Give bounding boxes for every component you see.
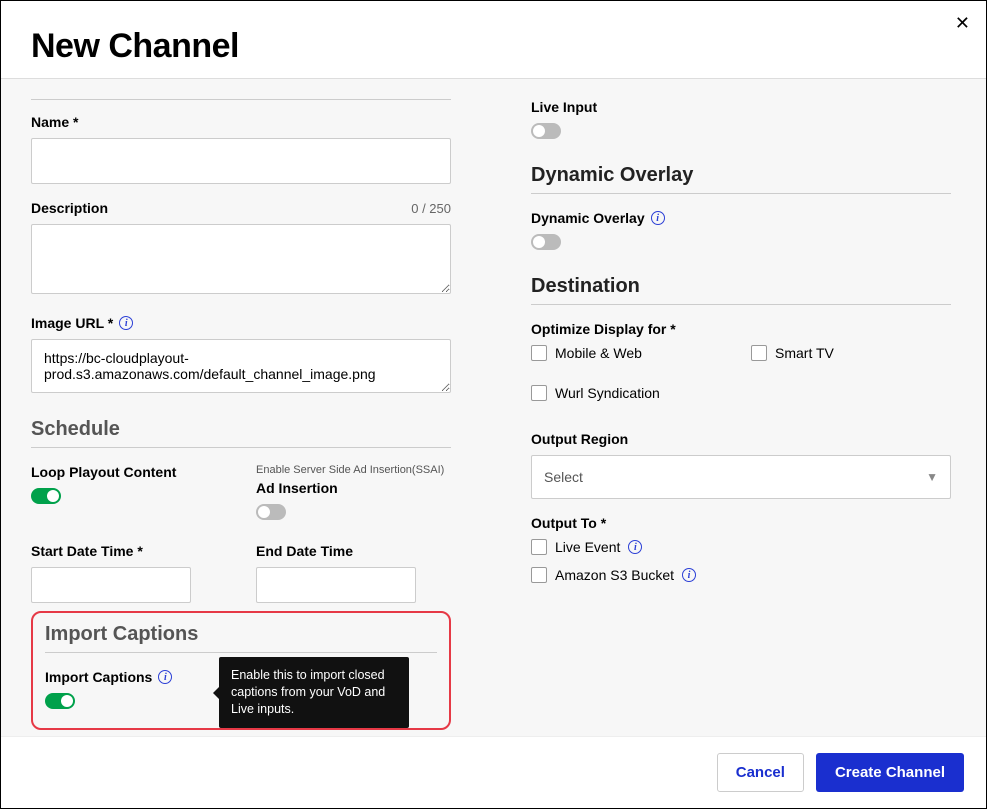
info-icon[interactable]: i	[651, 211, 665, 225]
live-event-checkbox[interactable]	[531, 539, 547, 555]
loop-playout-toggle[interactable]	[31, 488, 61, 504]
cancel-button[interactable]: Cancel	[717, 753, 804, 792]
info-icon[interactable]: i	[119, 316, 133, 330]
page-title: New Channel	[1, 1, 986, 78]
output-region-select[interactable]: Select ▼	[531, 455, 951, 499]
ssai-note: Enable Server Side Ad Insertion(SSAI)	[256, 464, 451, 476]
description-input[interactable]	[31, 224, 451, 294]
mobile-web-label: Mobile & Web	[555, 345, 642, 361]
end-datetime-input[interactable]	[256, 567, 416, 603]
info-icon[interactable]: i	[628, 540, 642, 554]
close-icon[interactable]: ✕	[955, 13, 970, 34]
mobile-web-checkbox[interactable]	[531, 345, 547, 361]
divider	[31, 99, 451, 100]
live-input-label: Live Input	[531, 99, 951, 115]
output-region-label: Output Region	[531, 431, 951, 447]
dynamic-overlay-label: Dynamic Overlay i	[531, 210, 951, 226]
description-label: Description	[31, 200, 108, 216]
dynamic-overlay-toggle[interactable]	[531, 234, 561, 250]
name-input[interactable]	[31, 138, 451, 184]
schedule-section-title: Schedule	[31, 418, 451, 448]
import-captions-highlight: Import Captions Import Captions i Enable…	[31, 611, 451, 730]
s3-bucket-checkbox[interactable]	[531, 567, 547, 583]
destination-section-title: Destination	[531, 275, 951, 305]
start-datetime-label: Start Date Time *	[31, 543, 226, 559]
import-captions-section-title: Import Captions	[45, 623, 437, 653]
optimize-display-label: Optimize Display for *	[531, 321, 951, 337]
wurl-label: Wurl Syndication	[555, 385, 660, 401]
ad-insertion-label: Ad Insertion	[256, 480, 451, 496]
smarttv-label: Smart TV	[775, 345, 834, 361]
name-label: Name *	[31, 114, 451, 130]
image-url-label: Image URL * i	[31, 315, 451, 331]
create-channel-button[interactable]: Create Channel	[816, 753, 964, 792]
loop-playout-label: Loop Playout Content	[31, 464, 226, 480]
start-datetime-input[interactable]	[31, 567, 191, 603]
output-to-label: Output To *	[531, 515, 951, 531]
wurl-checkbox[interactable]	[531, 385, 547, 401]
smarttv-checkbox[interactable]	[751, 345, 767, 361]
chevron-down-icon: ▼	[926, 470, 938, 484]
info-icon[interactable]: i	[682, 568, 696, 582]
live-input-toggle[interactable]	[531, 123, 561, 139]
s3-bucket-label: Amazon S3 Bucket	[555, 567, 674, 583]
import-captions-tooltip: Enable this to import closed captions fr…	[219, 657, 409, 728]
import-captions-toggle[interactable]	[45, 693, 75, 709]
live-event-label: Live Event	[555, 539, 620, 555]
info-icon[interactable]: i	[158, 670, 172, 684]
dynamic-overlay-section-title: Dynamic Overlay	[531, 164, 951, 194]
ad-insertion-toggle[interactable]	[256, 504, 286, 520]
image-url-input[interactable]	[31, 339, 451, 393]
description-counter: 0 / 250	[411, 201, 451, 216]
end-datetime-label: End Date Time	[256, 543, 451, 559]
